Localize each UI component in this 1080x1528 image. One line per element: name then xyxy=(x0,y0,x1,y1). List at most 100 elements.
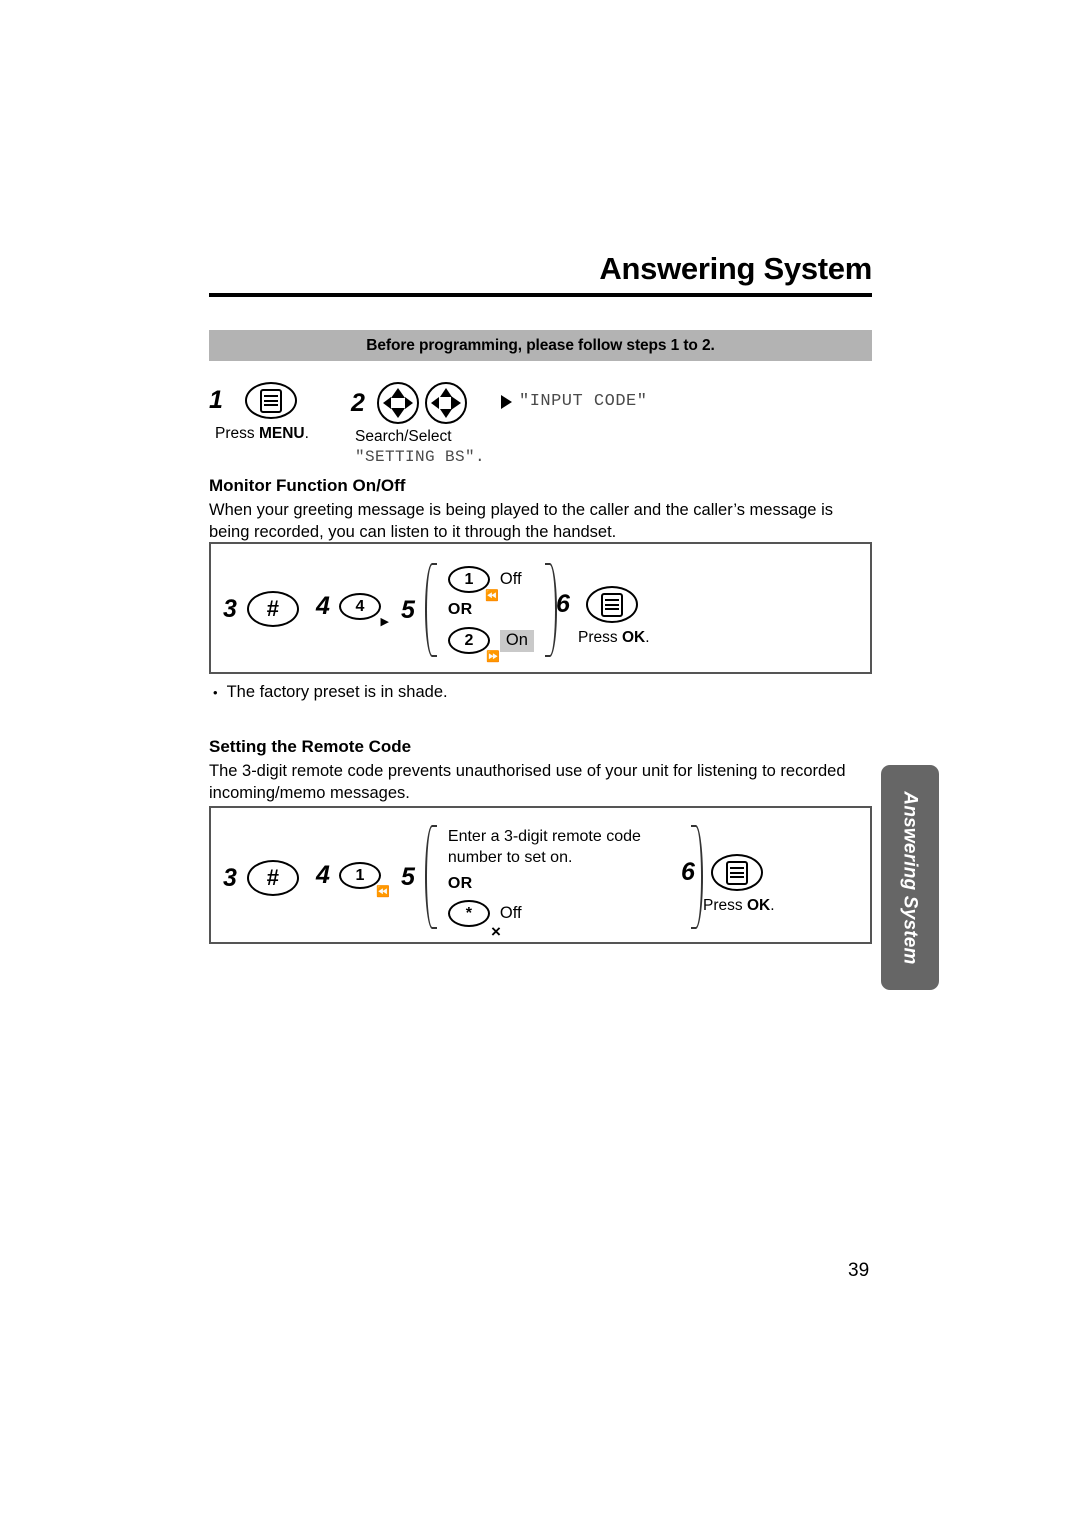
nav-left-arrow-icon xyxy=(382,397,391,409)
section-1-heading: Monitor Function On/Off xyxy=(209,476,406,495)
digit-1-key-icon: 1 ⏪ xyxy=(447,566,499,602)
s2-press-bold: OK xyxy=(746,897,771,914)
s1-step-3-number: 3 xyxy=(223,594,237,623)
s1-step-4-number: 4 xyxy=(316,592,330,620)
s2-step-4-number: 4 xyxy=(316,861,330,889)
s1-press-bold: OK xyxy=(621,629,646,646)
s2-option-off-label: Off xyxy=(499,904,522,923)
digit-2-key-label: 2 xyxy=(464,631,474,649)
s2-or-label: OR xyxy=(447,875,473,893)
nav2-down-arrow-icon xyxy=(439,409,452,418)
s2-press-prefix: Press xyxy=(703,897,747,914)
nav-up-arrow-icon xyxy=(390,388,405,398)
digit-4-key-label: 4 xyxy=(355,597,365,615)
nav-right-arrow-icon xyxy=(404,397,413,409)
side-tab: Answering System xyxy=(881,765,939,990)
ok-doc-glyph-2 xyxy=(725,860,748,885)
s1-step-6-caption: Press OK. xyxy=(578,629,650,647)
ok-doc-glyph xyxy=(600,592,623,617)
brace-left xyxy=(423,560,439,660)
s1-or-label: OR xyxy=(447,601,473,618)
s2-step-5-number: 5 xyxy=(401,862,415,891)
brace-left-2 xyxy=(423,822,439,932)
menu-key-icon xyxy=(244,382,297,419)
step-1-number: 1 xyxy=(209,386,223,414)
digit-1-key-label-2: 1 xyxy=(355,866,365,884)
s2-step-6-caption: Press OK. xyxy=(703,897,775,915)
display-hint-text: "INPUT CODE" xyxy=(519,392,648,411)
s2-step-3: 3 # xyxy=(223,860,299,896)
manual-page: Answering System Before programming, ple… xyxy=(0,0,1080,1528)
section-2-diagram: 3 # 4 1 ⏪ 5 Enter a 3-digit remote code … xyxy=(209,806,872,944)
s1-step-6: 6 Press OK. xyxy=(556,586,650,647)
s1-step-5: 5 1 ⏪ Off OR 2 ⏩ On xyxy=(401,560,559,663)
step-1: 1 Press MENU. xyxy=(209,382,309,443)
play-triangle-icon: ▶ xyxy=(380,616,389,628)
digit-1-key-label: 1 xyxy=(464,570,474,588)
s1-step-4: 4 4 ▶ xyxy=(316,592,389,628)
navigator-right-icon xyxy=(424,382,467,424)
step-2-caption-line1: Search/Select xyxy=(355,428,452,445)
step-1-caption-prefix: Press xyxy=(215,425,259,442)
bullet-icon: • xyxy=(213,685,218,700)
rewind-icon-2: ⏪ xyxy=(376,886,390,898)
s1-step-3: 3 # xyxy=(223,591,299,627)
s2-press-suffix: . xyxy=(770,897,775,914)
header-divider xyxy=(209,293,872,298)
step-2: 2 Search/Select "SETTING BS". xyxy=(351,382,485,466)
section-2-heading: Setting the Remote Code xyxy=(209,737,412,756)
nav-down-arrow-icon xyxy=(390,408,405,418)
s1-step-5-number: 5 xyxy=(401,595,415,624)
ok-key-icon xyxy=(585,586,638,623)
hash-key-label: # xyxy=(266,596,280,621)
s2-step-3-number: 3 xyxy=(223,863,237,892)
page-title: Answering System xyxy=(599,251,872,286)
section-1-note-text: The factory preset is in shade. xyxy=(226,683,448,701)
s2-step-4: 4 1 ⏪ xyxy=(316,861,390,898)
digit-1-key-icon-2: 1 ⏪ xyxy=(338,862,390,898)
nav2-left-arrow-icon xyxy=(430,397,439,409)
section-1-diagram: 3 # 4 4 ▶ 5 1 ⏪ Off OR 2 ⏩ On 6 Press OK… xyxy=(209,542,872,674)
page-header: Answering System xyxy=(209,251,872,298)
top-steps-row: 1 Press MENU. 2 Search/Select "SETTING B… xyxy=(209,382,872,472)
s2-step-5: 5 Enter a 3-digit remote code number to … xyxy=(401,822,705,940)
side-tab-label: Answering System xyxy=(900,790,922,965)
s2-option-off: * × Off xyxy=(447,900,680,940)
s2-step-6: 6 Press OK. xyxy=(681,854,775,915)
step-1-caption-bold: MENU xyxy=(258,425,305,442)
s1-step-6-number: 6 xyxy=(556,590,570,618)
notice-banner-text: Before programming, please follow steps … xyxy=(366,336,715,354)
step-2-caption-line2: "SETTING BS". xyxy=(355,448,486,466)
digit-2-key-icon: 2 ⏩ xyxy=(447,627,500,663)
section-1-body: When your greeting message is being play… xyxy=(209,501,833,541)
hash-key-label-2: # xyxy=(266,865,280,890)
s2-step-6-number: 6 xyxy=(681,858,695,886)
hash-key-icon: # xyxy=(246,591,299,627)
step-1-caption-suffix: . xyxy=(304,425,309,442)
section-2-body: The 3-digit remote code prevents unautho… xyxy=(209,762,846,802)
step-1-caption: Press MENU. xyxy=(215,425,309,443)
play-end-icon: ⏩ xyxy=(486,651,500,663)
s1-press-prefix: Press xyxy=(578,629,622,646)
right-arrow-marker-icon xyxy=(501,394,512,409)
hash-key-icon-2: # xyxy=(246,860,299,896)
s1-option-on: 2 ⏩ On xyxy=(447,627,534,663)
rewind-icon: ⏪ xyxy=(485,590,499,602)
notice-banner: Before programming, please follow steps … xyxy=(209,330,872,361)
display-hint: "INPUT CODE" xyxy=(501,392,647,411)
menu-doc-glyph xyxy=(259,388,282,413)
s2-instruction: Enter a 3-digit remote code number to se… xyxy=(447,827,641,866)
cancel-x-icon: × xyxy=(490,922,501,942)
s1-option-off: 1 ⏪ Off xyxy=(447,566,534,602)
star-key-label: * xyxy=(465,904,473,922)
page-number: 39 xyxy=(848,1260,870,1281)
star-key-icon: * × xyxy=(447,900,501,940)
section-1-note: • The factory preset is in shade. xyxy=(213,683,448,702)
s1-press-suffix: . xyxy=(645,629,650,646)
navigator-up-down-icon xyxy=(376,382,419,424)
ok-key-icon-2 xyxy=(710,854,763,891)
nav2-right-arrow-icon xyxy=(450,396,461,410)
s1-option-on-label: On xyxy=(499,629,534,652)
step-2-number: 2 xyxy=(351,388,365,417)
digit-4-key-icon: 4 ▶ xyxy=(338,593,389,628)
